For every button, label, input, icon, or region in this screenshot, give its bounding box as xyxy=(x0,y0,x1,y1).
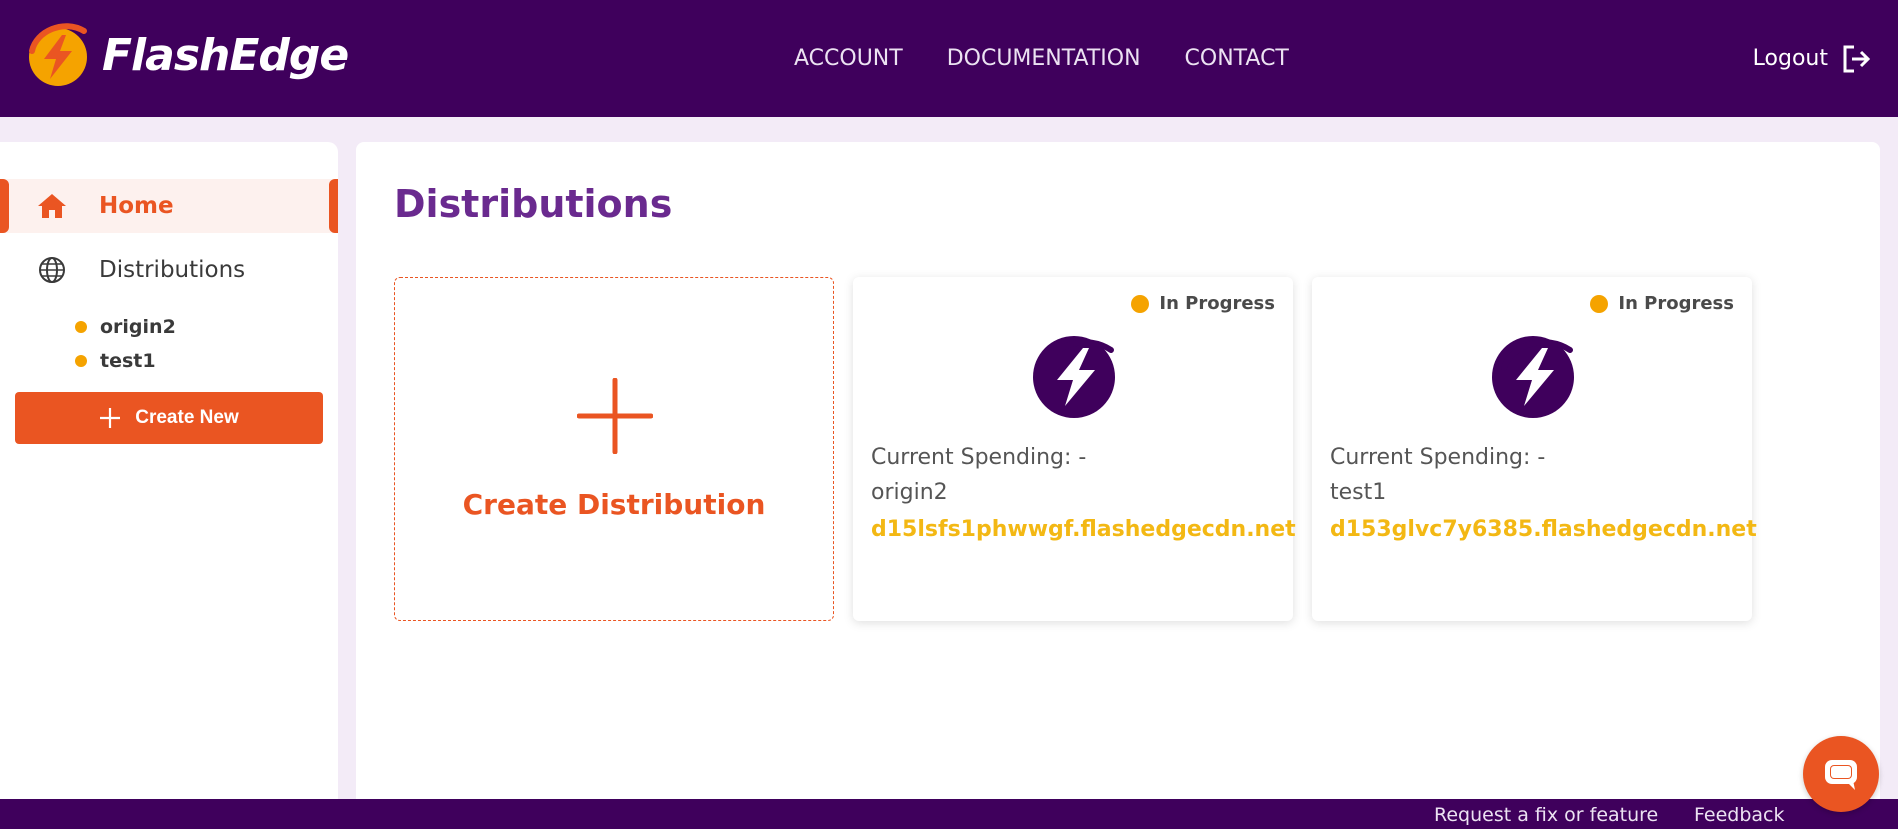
logout-button[interactable]: Logout xyxy=(1753,0,1872,117)
distribution-domain-link[interactable]: d15lsfs1phwwgf.flashedgecdn.net xyxy=(871,517,1296,542)
distribution-card-origin2[interactable]: In Progress Current Spending: - origin2 … xyxy=(853,277,1296,621)
sidebar-item-distributions[interactable]: Distributions xyxy=(0,243,338,297)
create-new-button[interactable]: Create New xyxy=(15,392,323,444)
nav-contact-link[interactable]: CONTACT xyxy=(1185,46,1289,71)
brand[interactable]: FlashEdge xyxy=(24,21,349,89)
status-label: In Progress xyxy=(1159,293,1275,314)
sidebar-item-label: Home xyxy=(99,193,174,219)
current-spending: Current Spending: - xyxy=(1330,445,1546,470)
brand-name: FlashEdge xyxy=(102,29,349,81)
feedback-link[interactable]: Feedback xyxy=(1694,804,1784,826)
footer: Request a fix or feature Feedback xyxy=(0,799,1898,829)
lightning-bolt-logo-icon xyxy=(1033,336,1115,418)
chat-icon xyxy=(1825,760,1857,790)
status-dot-icon xyxy=(75,321,87,333)
top-navbar: FlashEdge ACCOUNT DOCUMENTATION CONTACT … xyxy=(0,0,1898,117)
distribution-domain-link[interactable]: d153glvc7y6385.flashedgecdn.net xyxy=(1330,517,1757,542)
page-title: Distributions xyxy=(394,182,673,226)
lightning-bolt-logo-icon xyxy=(29,23,87,86)
globe-icon xyxy=(36,254,68,286)
status-label: In Progress xyxy=(1618,293,1734,314)
create-distribution-label: Create Distribution xyxy=(462,488,766,521)
origin-name: origin2 xyxy=(871,480,948,505)
home-icon xyxy=(36,190,68,222)
create-new-label: Create New xyxy=(135,407,239,428)
create-distribution-card[interactable]: Create Distribution xyxy=(394,277,834,621)
sidebar-sub-item-label: test1 xyxy=(100,350,156,372)
main-panel: Distributions Create Distribution In Pro… xyxy=(356,142,1880,802)
origin-name: test1 xyxy=(1330,480,1387,505)
status-badge: In Progress xyxy=(1131,293,1275,314)
status-dot-icon xyxy=(1590,294,1609,313)
nav-account-link[interactable]: ACCOUNT xyxy=(794,46,903,71)
plus-icon xyxy=(100,408,121,428)
status-dot-icon xyxy=(1131,294,1150,313)
sidebar-sub-item-label: origin2 xyxy=(100,316,176,338)
lightning-bolt-logo-icon xyxy=(1492,336,1574,418)
request-fix-link[interactable]: Request a fix or feature xyxy=(1434,804,1658,826)
status-dot-icon xyxy=(75,355,87,367)
sidebar: Home Distributions origin2 test1 Create … xyxy=(0,142,338,802)
status-badge: In Progress xyxy=(1590,293,1734,314)
sidebar-sub-item-test1[interactable]: test1 xyxy=(75,350,156,372)
sidebar-item-home[interactable]: Home xyxy=(0,179,338,233)
logout-label: Logout xyxy=(1752,46,1828,71)
plus-icon xyxy=(577,378,653,454)
logout-icon xyxy=(1843,45,1871,72)
sidebar-item-label: Distributions xyxy=(99,257,246,283)
current-spending: Current Spending: - xyxy=(871,445,1087,470)
nav-documentation-link[interactable]: DOCUMENTATION xyxy=(947,46,1141,71)
sidebar-sub-item-origin2[interactable]: origin2 xyxy=(75,316,176,338)
main-nav: ACCOUNT DOCUMENTATION CONTACT xyxy=(794,0,1289,117)
distribution-card-test1[interactable]: In Progress Current Spending: - test1 d1… xyxy=(1312,277,1757,621)
chat-button[interactable] xyxy=(1803,736,1879,812)
